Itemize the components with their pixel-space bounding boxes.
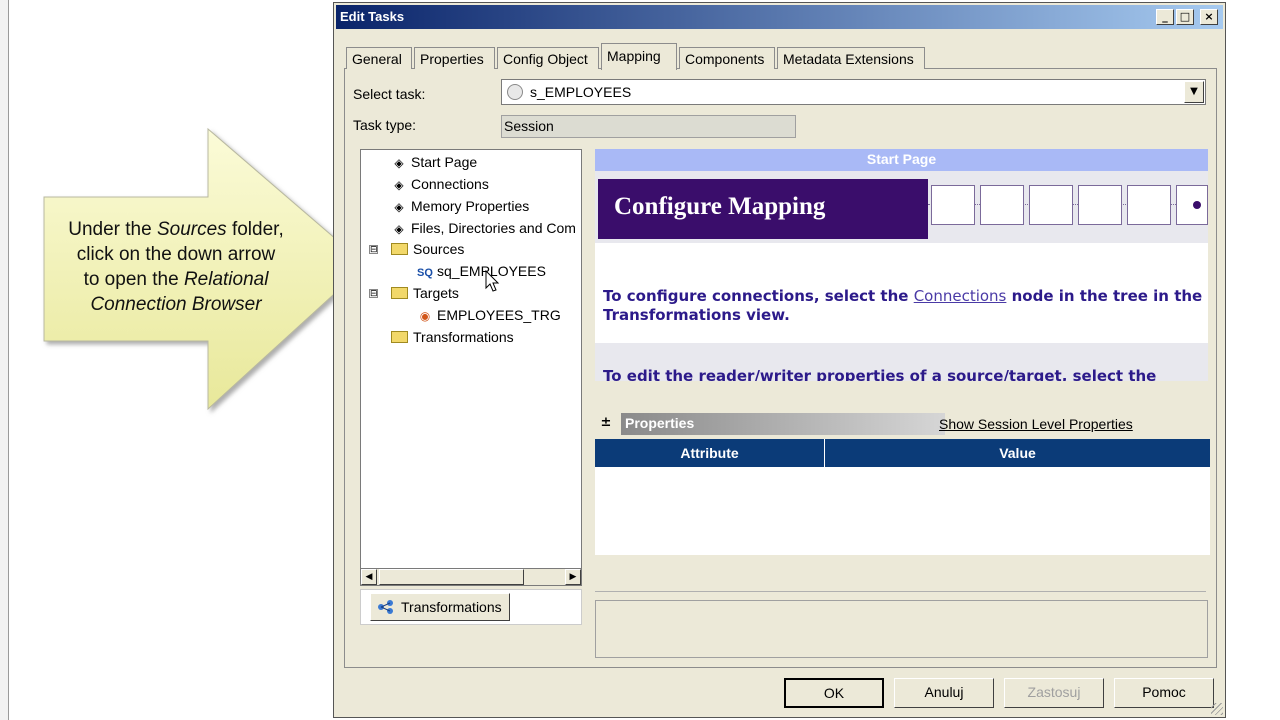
folder-icon [391,243,408,255]
panel-divider[interactable] [595,591,1206,592]
help-button[interactable]: Pomoc [1114,678,1214,708]
tree-horizontal-scrollbar[interactable]: ◀ ▶ [360,568,582,586]
start-page-content: Configure Mapping To configure connectio… [595,171,1208,381]
diamond-icon: ◈ [394,156,404,170]
expand-toggle-icon[interactable]: ± [595,413,617,435]
scroll-right-icon[interactable]: ▶ [565,569,581,585]
tree-item-transformations[interactable]: Transformations [391,327,514,347]
diamond-icon: ◈ [394,222,404,236]
tree-item-employees-trg[interactable]: ◉ EMPLOYEES_TRG [417,305,561,325]
start-page-header: Start Page [595,149,1208,171]
diamond-icon: ◈ [394,200,404,214]
tab-config-object[interactable]: Config Object [497,47,599,69]
session-icon [507,84,523,100]
chevron-down-icon[interactable]: ▼ [1184,81,1204,103]
properties-bar: ± Properties Show Session Level Properti… [595,411,1208,437]
banner-step-box [1176,185,1208,225]
banner-step-box [1029,185,1073,225]
scrollbar-thumb[interactable] [379,569,524,585]
dialog-titlebar[interactable]: Edit Tasks _ □ × [336,5,1223,29]
tree-item-memory-properties[interactable]: ◈ Memory Properties [391,196,529,216]
edit-tasks-dialog: Edit Tasks _ □ × General Properties Conf… [333,2,1226,718]
cancel-button[interactable]: Anuluj [894,678,994,708]
ok-button[interactable]: OK [784,678,884,708]
tree-item-sq-employees[interactable]: SQ sq_EMPLOYEES [417,261,546,281]
banner-dot [1193,201,1201,209]
background-window-edge [0,0,9,720]
folder-icon [391,287,408,299]
scroll-left-icon[interactable]: ◀ [361,569,377,585]
tab-metadata-extensions[interactable]: Metadata Extensions [777,47,925,69]
start-page-instruction-2: To edit the reader/writer properties of … [603,367,1157,381]
show-session-level-properties-link[interactable]: Show Session Level Properties [939,416,1133,432]
tree-item-targets[interactable]: Targets [391,283,459,303]
apply-button[interactable]: Zastosuj [1004,678,1104,708]
select-task-dropdown[interactable]: s_EMPLOYEES ▼ [501,79,1206,105]
source-qualifier-icon: SQ [417,267,433,279]
tab-properties[interactable]: Properties [414,47,495,69]
resize-grip-icon[interactable] [1211,703,1223,715]
banner-step-box [931,185,975,225]
banner-step-box [1078,185,1122,225]
select-task-value: s_EMPLOYEES [530,84,632,100]
close-button[interactable]: × [1200,9,1218,25]
properties-title: Properties [621,413,945,435]
callout-text: Under the Sources folder, click on the d… [68,219,284,315]
maximize-button[interactable]: □ [1176,9,1194,25]
tree-item-start-page[interactable]: ◈ Start Page [391,152,477,172]
folder-icon [391,331,408,343]
tree-item-connections[interactable]: ◈ Connections [391,174,488,194]
diamond-icon: ◈ [394,178,404,192]
target-icon: ◉ [419,309,431,323]
instruction-callout: Under the Sources folder, click on the d… [40,125,370,415]
task-type-field: Session [501,115,796,138]
select-task-label: Select task: [353,86,426,102]
transformations-view-button[interactable]: Transformations [370,593,510,621]
collapse-sources-icon[interactable]: ⊟ [369,245,378,255]
banner-step-box [1127,185,1171,225]
tab-components[interactable]: Components [679,47,775,69]
tree-item-files-directories[interactable]: ◈ Files, Directories and Com [391,218,576,238]
column-header-value[interactable]: Value [825,439,1210,467]
tab-mapping[interactable]: Mapping [601,43,677,70]
collapse-targets-icon[interactable]: ⊟ [369,289,378,299]
configure-mapping-banner: Configure Mapping [598,179,928,239]
navigator-tree: ◈ Start Page ◈ Connections ◈ Memory Propert… [360,149,582,569]
column-header-attribute[interactable]: Attribute [595,439,825,467]
task-type-label: Task type: [353,117,417,133]
dialog-title: Edit Tasks [340,9,405,24]
start-page-instruction: To configure connections, select the Con… [603,287,1203,324]
mouse-cursor-icon [485,270,500,292]
minimize-button[interactable]: _ [1156,9,1174,25]
tab-general[interactable]: General [346,47,412,69]
transformations-icon [378,600,393,614]
connections-link[interactable]: Connections [914,287,1007,305]
tree-item-sources[interactable]: Sources [391,239,464,259]
banner-step-box [980,185,1024,225]
description-panel [595,600,1208,658]
properties-grid: Attribute Value [595,439,1210,555]
